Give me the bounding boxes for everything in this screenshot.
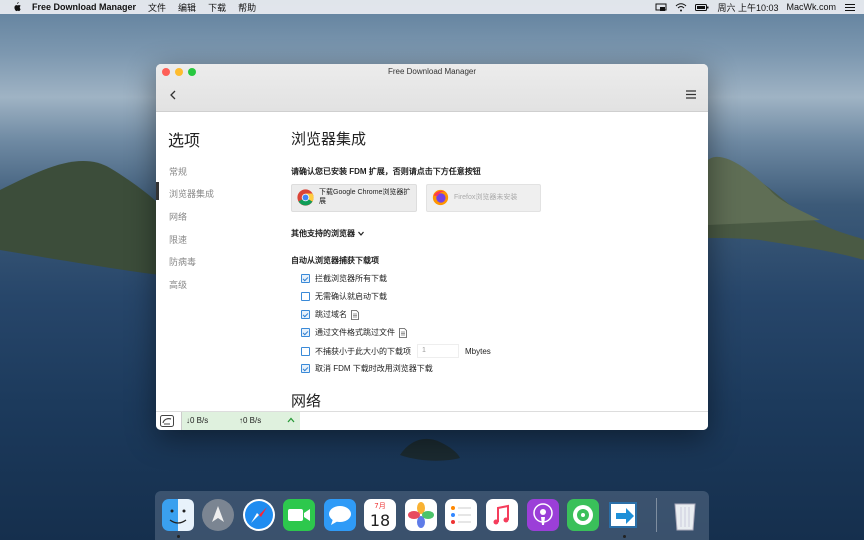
download-speed: ↓0 B/s — [186, 416, 209, 425]
other-browsers-toggle[interactable]: 其他支持的浏览器 — [291, 228, 364, 239]
menu-download[interactable]: 下载 — [208, 1, 226, 14]
settings-content: 浏览器集成 请确认您已安装 FDM 扩展，否则请点击下方任意按钮 下载Googl… — [290, 112, 700, 412]
option-label: 跳过域名 — [315, 310, 347, 319]
photos-icon[interactable] — [404, 498, 438, 532]
title-bar: Free Download Manager — [156, 64, 708, 112]
calendar-day: 18 — [370, 511, 390, 530]
watermark-site: MacWk.com — [786, 2, 837, 12]
menu-file[interactable]: 文件 — [148, 1, 166, 14]
menu-edit[interactable]: 编辑 — [178, 1, 196, 14]
size-unit: Mbytes — [465, 346, 491, 356]
options-sidebar: 选项 常规 浏览器集成 网络 限速 防病毒 高级 — [156, 112, 276, 412]
firefox-icon — [432, 189, 449, 206]
edit-list-icon[interactable] — [399, 327, 407, 338]
sidebar-item-browser-integration[interactable]: 浏览器集成 — [169, 187, 214, 200]
dock-divider — [656, 498, 657, 532]
chevron-up-icon[interactable] — [287, 417, 295, 423]
launchpad-icon[interactable] — [201, 498, 235, 532]
checkbox-min-size[interactable] — [301, 346, 310, 356]
finder-running-indicator — [177, 535, 180, 538]
hamburger-menu-icon[interactable] — [686, 90, 696, 99]
option-label: 无需确认就启动下载 — [315, 292, 387, 301]
rock-outcrop — [400, 438, 460, 461]
option-label: 拦截浏览器所有下载 — [315, 274, 387, 283]
checkbox-skip-domains[interactable] — [301, 310, 310, 319]
chevron-down-icon — [358, 232, 364, 237]
network-section-title: 网络 — [291, 393, 322, 410]
menu-bar: Free Download Manager 文件 编辑 下载 帮助 周六 上午1… — [0, 0, 864, 14]
checkbox-no-confirm[interactable] — [301, 292, 310, 301]
extension-instruction: 请确认您已安装 FDM 扩展，否则请点击下方任意按钮 — [291, 167, 481, 176]
edit-list-icon[interactable] — [351, 309, 359, 320]
status-bar: ↓0 B/s ↑0 B/s — [156, 411, 708, 430]
upload-speed: ↑0 B/s — [239, 416, 262, 425]
sidebar-item-network[interactable]: 网络 — [169, 210, 187, 223]
capture-heading: 自动从浏览器捕获下载项 — [291, 256, 379, 265]
sidebar-item-general[interactable]: 常规 — [169, 165, 187, 178]
fdm-dock-icon[interactable] — [607, 498, 641, 532]
trash-icon[interactable] — [668, 498, 702, 532]
sidebar-item-advanced[interactable]: 高级 — [169, 278, 187, 291]
safari-icon[interactable] — [242, 498, 276, 532]
chrome-extension-button[interactable]: 下载Google Chrome浏览器扩展 — [291, 184, 417, 212]
fdm-window: Free Download Manager 选项 常规 浏览器集成 网络 限速 … — [156, 64, 708, 430]
clock[interactable]: 周六 上午10:03 — [717, 1, 778, 14]
checkbox-fallback-browser[interactable] — [301, 364, 310, 373]
checkbox-intercept-all[interactable] — [301, 274, 310, 283]
calendar-month: 7月 — [374, 502, 385, 510]
firefox-extension-button[interactable]: Firefox浏览器未安装 — [426, 184, 541, 212]
option-label: 不捕获小于此大小的下载项 — [315, 346, 411, 356]
option-no-confirm[interactable]: 无需确认就启动下载 — [301, 291, 387, 302]
screen-mirror-icon[interactable] — [655, 3, 667, 12]
menu-help[interactable]: 帮助 — [238, 1, 256, 14]
chrome-icon — [297, 189, 314, 206]
sidebar-item-speed-limit[interactable]: 限速 — [169, 233, 187, 246]
battery-icon[interactable] — [695, 3, 709, 12]
control-list-icon[interactable] — [844, 3, 856, 12]
sidebar-title: 选项 — [168, 133, 201, 150]
chrome-button-label: 下载Google Chrome浏览器扩展 — [319, 189, 411, 205]
apple-menu-icon[interactable] — [12, 2, 22, 12]
section-title: 浏览器集成 — [291, 131, 367, 148]
app-name-menu[interactable]: Free Download Manager — [32, 2, 136, 12]
podcasts-icon[interactable] — [526, 498, 560, 532]
option-intercept-all[interactable]: 拦截浏览器所有下载 — [301, 273, 387, 284]
fdm-logo-icon[interactable] — [160, 415, 174, 427]
option-fallback-browser[interactable]: 取消 FDM 下载时改用浏览器下载 — [301, 363, 433, 374]
messages-icon[interactable] — [323, 498, 357, 532]
music-icon[interactable] — [485, 498, 519, 532]
reminders-icon[interactable] — [444, 498, 478, 532]
speed-panel[interactable]: ↓0 B/s ↑0 B/s — [181, 412, 300, 430]
firefox-button-label: Firefox浏览器未安装 — [454, 194, 518, 201]
option-skip-domains[interactable]: 跳过域名 — [301, 309, 359, 320]
option-label: 取消 FDM 下载时改用浏览器下载 — [315, 364, 433, 373]
other-browsers-label: 其他支持的浏览器 — [291, 229, 355, 238]
sidebar-active-indicator — [156, 182, 159, 200]
dock: 7月 18 — [155, 491, 709, 540]
sidebar-item-antivirus[interactable]: 防病毒 — [169, 255, 196, 268]
window-title: Free Download Manager — [387, 67, 477, 76]
wifi-icon[interactable] — [675, 2, 687, 12]
option-min-size[interactable]: 不捕获小于此大小的下载项 1 Mbytes — [301, 344, 491, 358]
finder-icon[interactable] — [161, 498, 195, 532]
checkbox-skip-file-types[interactable] — [301, 328, 310, 337]
facetime-icon[interactable] — [282, 498, 316, 532]
back-arrow-icon[interactable] — [168, 88, 178, 102]
min-size-input[interactable]: 1 — [417, 344, 459, 358]
findmy-icon[interactable] — [566, 498, 600, 532]
option-label: 通过文件格式跳过文件 — [315, 328, 395, 337]
calendar-icon[interactable]: 7月18 — [363, 498, 397, 532]
fdm-running-indicator — [623, 535, 626, 538]
option-skip-file-types[interactable]: 通过文件格式跳过文件 — [301, 327, 407, 338]
